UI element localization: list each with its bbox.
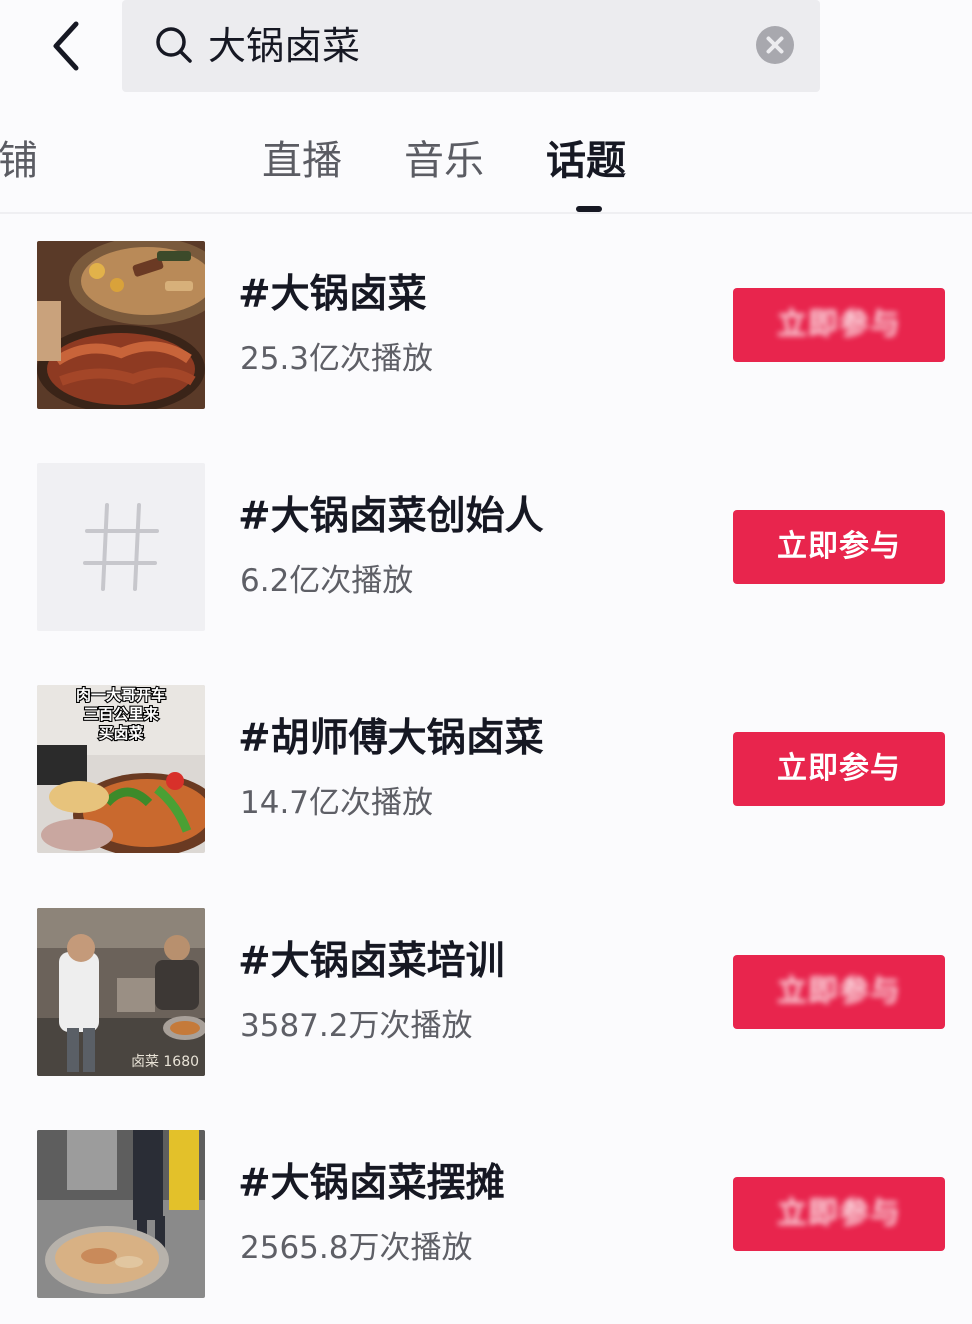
topic-play-count: 3587.2万次播放 [240, 1008, 473, 1044]
join-topic-button[interactable]: 立即参与 [733, 510, 945, 584]
topic-row[interactable]: 肉一大哥开车 三百公里来 买卤菜 #胡师傅大锅卤菜 14.7亿次播放 立即参与 [0, 685, 972, 857]
topic-thumbnail [37, 1130, 205, 1298]
topic-title: #胡师傅大锅卤菜 [238, 716, 544, 761]
search-category-tabs: 店铺 直播 音乐 话题 [0, 118, 972, 214]
thumb-caption-line: 三百公里来 [83, 705, 159, 723]
join-button-label: 立即参与 [777, 975, 901, 1008]
topic-play-count: 6.2亿次播放 [240, 563, 414, 599]
tab-shops[interactable]: 店铺 [0, 136, 38, 186]
join-button-label: 立即参与 [777, 752, 901, 785]
join-topic-button[interactable]: 立即参与 [733, 955, 945, 1029]
topic-title: #大锅卤菜创始人 [238, 494, 544, 539]
thumb-caption-line: 肉一大哥开车 [76, 686, 166, 704]
tab-music[interactable]: 音乐 [404, 136, 484, 186]
search-query-text: 大锅卤菜 [208, 24, 361, 68]
topic-thumbnail: 卤菜 1680 [37, 908, 205, 1076]
active-tab-indicator [576, 206, 602, 212]
join-topic-button[interactable]: 立即参与 [733, 288, 945, 362]
search-results-page: 大锅卤菜 店铺 直播 音乐 话题 [0, 0, 972, 1324]
chevron-left-icon [53, 21, 79, 71]
topic-row[interactable]: #大锅卤菜 25.3亿次播放 立即参与 [0, 241, 972, 413]
thumb-watermark: 卤菜 1680 [131, 1054, 199, 1070]
join-topic-button[interactable]: 立即参与 [733, 1177, 945, 1251]
search-header: 大锅卤菜 [0, 0, 972, 100]
topic-thumbnail [37, 463, 205, 631]
join-topic-button[interactable]: 立即参与 [733, 732, 945, 806]
close-icon [766, 36, 784, 54]
topic-play-count: 2565.8万次播放 [240, 1230, 473, 1266]
join-button-label: 立即参与 [777, 530, 901, 563]
thumb-caption-line: 买卤菜 [98, 724, 143, 742]
join-button-label: 立即参与 [777, 308, 901, 341]
tab-live[interactable]: 直播 [262, 136, 342, 186]
topic-title: #大锅卤菜培训 [238, 939, 505, 984]
search-input[interactable]: 大锅卤菜 [122, 0, 820, 92]
topic-title: #大锅卤菜 [238, 272, 427, 317]
topic-play-count: 25.3亿次播放 [240, 341, 434, 377]
tab-topics[interactable]: 话题 [546, 136, 626, 186]
topic-thumbnail: 肉一大哥开车 三百公里来 买卤菜 [37, 685, 205, 853]
topic-row[interactable]: 卤菜 1680 #大锅卤菜培训 3587.2万次播放 立即参与 [0, 908, 972, 1080]
topic-row[interactable]: #大锅卤菜创始人 6.2亿次播放 立即参与 [0, 463, 972, 635]
topic-row[interactable]: #大锅卤菜摆摊 2565.8万次播放 立即参与 [0, 1130, 972, 1302]
back-button[interactable] [38, 14, 94, 78]
topic-thumbnail [37, 241, 205, 409]
join-button-label: 立即参与 [777, 1197, 901, 1230]
topic-play-count: 14.7亿次播放 [240, 785, 434, 821]
topic-title: #大锅卤菜摆摊 [238, 1161, 505, 1206]
search-icon [156, 27, 192, 63]
clear-search-button[interactable] [756, 26, 794, 64]
